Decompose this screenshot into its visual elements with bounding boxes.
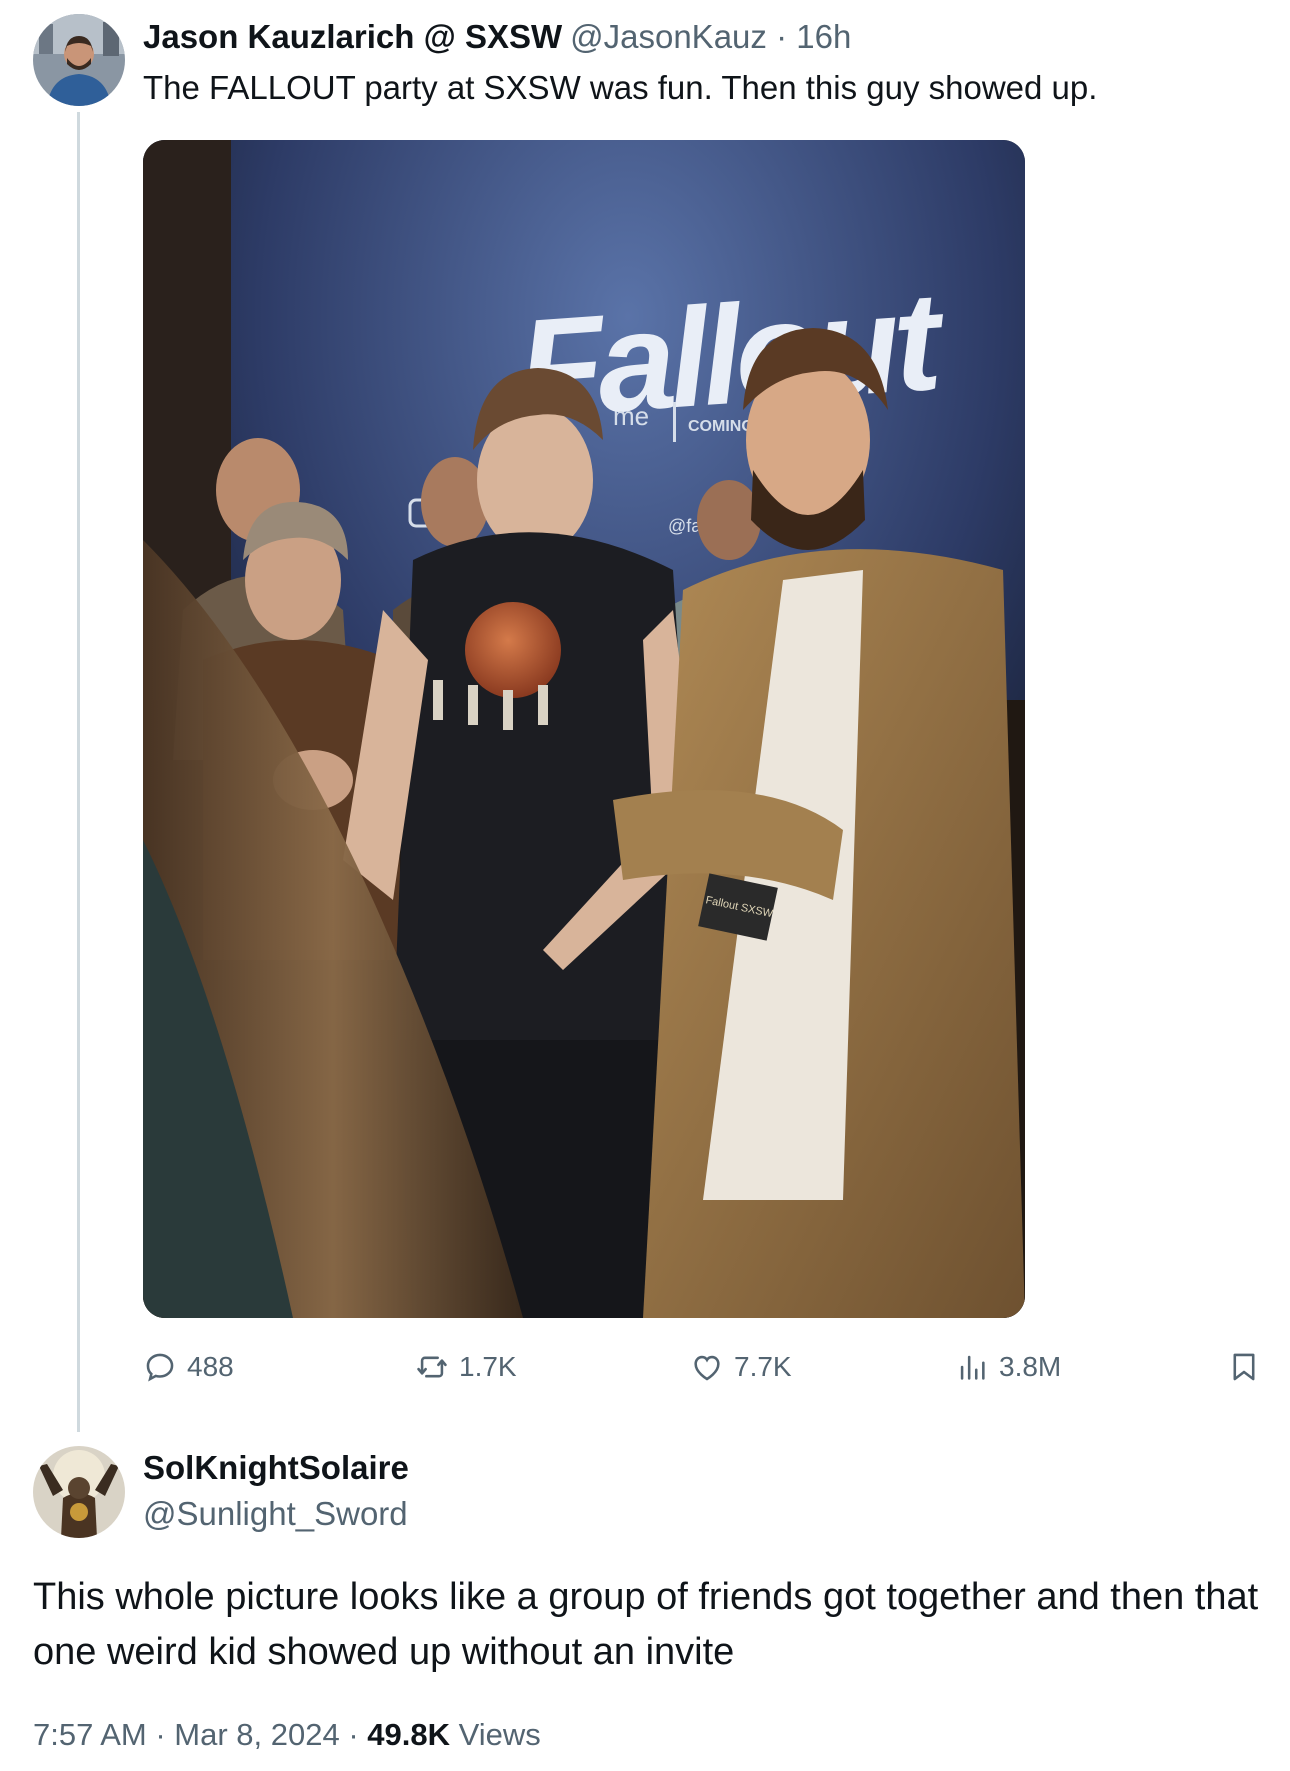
like-button[interactable]: 7.7K [690, 1342, 792, 1392]
retweet-icon [417, 1356, 447, 1378]
reply-timestamp[interactable]: 7:57 AM · Mar 8, 2024 · [33, 1717, 359, 1752]
reply-views-count: 49.8K [367, 1717, 451, 1752]
repost-button[interactable]: 1.7K [415, 1342, 517, 1392]
reply-icon [146, 1353, 174, 1382]
reply-text: This whole picture looks like a group of… [33, 1576, 1259, 1673]
reply-button[interactable]: 488 [143, 1342, 234, 1392]
reply-count: 488 [187, 1351, 234, 1382]
like-icon [694, 1355, 720, 1381]
author-avatar[interactable] [33, 14, 125, 106]
reply-author-handle[interactable]: @Sunlight_Sword [143, 1494, 408, 1534]
views-count: 3.8M [999, 1351, 1062, 1382]
reply-author-avatar[interactable] [33, 1446, 125, 1538]
author-handle[interactable]: @JasonKauz · 16h [570, 18, 851, 55]
tweet-screenshot: Jason Kauzlarich @ SXSW @JasonKauz · 16h … [0, 0, 1290, 1771]
views-button[interactable]: 3.8M [955, 1342, 1061, 1392]
reply-author-name[interactable]: SolKnightSolaire [143, 1448, 409, 1488]
tweet-actions: 488 1.7K 7.7K 3.8M [143, 1342, 1263, 1392]
repost-count: 1.7K [459, 1351, 517, 1382]
views-icon [960, 1355, 985, 1380]
reply-views-label: Views [458, 1717, 541, 1752]
tweet-time: 16h [796, 18, 852, 55]
thread-connector-line [77, 112, 80, 1432]
tweet-text: The FALLOUT party at SXSW was fun. Then … [143, 69, 1098, 106]
banner-subtitle: me [613, 401, 649, 431]
tweet-photo[interactable]: Fallout me COMING SOO @fallout.on [143, 140, 1025, 1318]
tweet-header: Jason Kauzlarich @ SXSW @JasonKauz · 16h [143, 17, 851, 57]
like-count: 7.7K [734, 1351, 792, 1382]
bookmark-icon [1233, 1353, 1255, 1381]
author-name[interactable]: Jason Kauzlarich @ SXSW [143, 18, 562, 55]
bookmark-button[interactable] [1227, 1342, 1261, 1392]
reply-meta: 7:57 AM · Mar 8, 2024 · 49.8K Views [33, 1715, 541, 1755]
